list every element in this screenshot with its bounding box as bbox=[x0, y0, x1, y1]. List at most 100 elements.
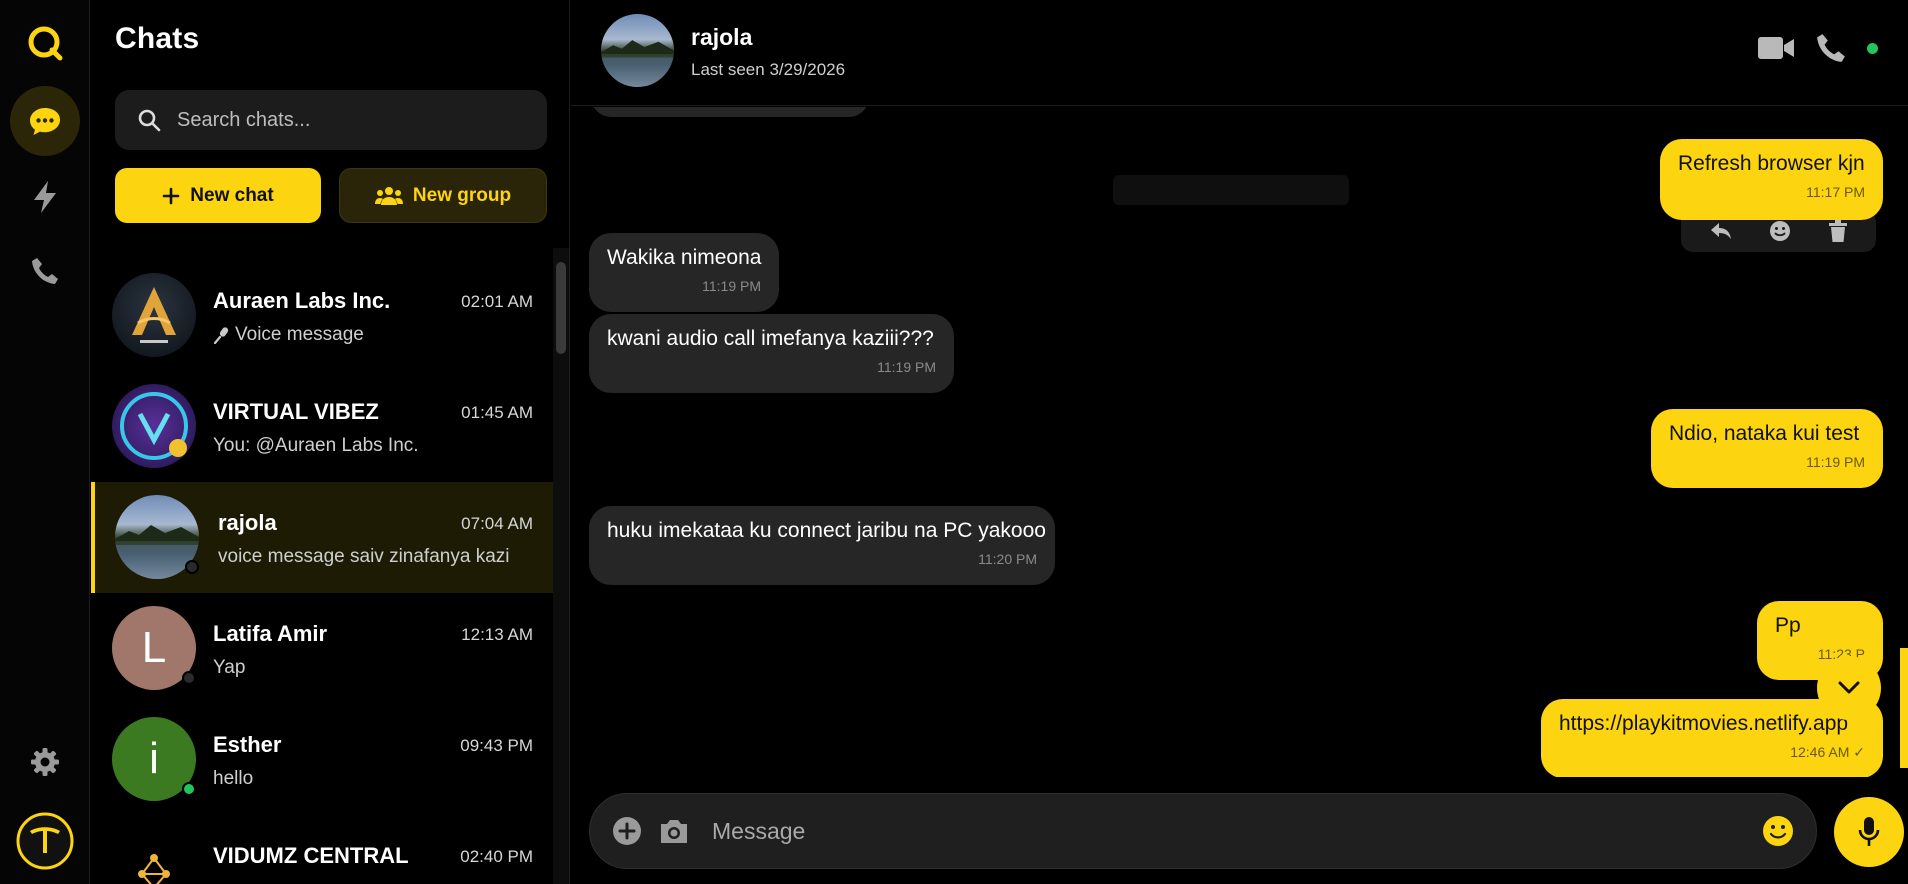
chat-name: Latifa Amir bbox=[213, 621, 328, 646]
partial-message-bubble bbox=[591, 107, 869, 117]
chat-item-latifa-amir[interactable]: L Latifa Amir 12:13 AM Yap bbox=[91, 593, 553, 704]
outgoing-message[interactable]: Ndio, nataka kui test 11:19 PM bbox=[1651, 409, 1883, 488]
group-icon bbox=[374, 186, 403, 205]
chat-item-vidumz-central[interactable]: VIDUMZ CENTRAL 02:40 PM bbox=[91, 815, 553, 884]
chat-time: 01:45 AM bbox=[461, 403, 533, 422]
microphone-icon bbox=[1858, 817, 1880, 846]
lightning-nav-icon[interactable] bbox=[10, 162, 80, 232]
chat-item-rajola[interactable]: rajola 07:04 AM voice message saiv zinaf… bbox=[91, 482, 553, 593]
message-text: kwani audio call imefanya kaziii??? bbox=[607, 327, 934, 350]
scroll-to-bottom-button[interactable] bbox=[1817, 656, 1881, 720]
conversation-scrollbar[interactable] bbox=[1900, 108, 1908, 776]
message-time: 11:19 PM bbox=[702, 278, 761, 294]
emoji-picker-icon[interactable] bbox=[1762, 815, 1794, 847]
avatar bbox=[112, 828, 196, 884]
scrollbar-thumb[interactable] bbox=[556, 262, 566, 354]
incoming-message[interactable]: huku imekataa ku connect jaribu na PC ya… bbox=[589, 506, 1055, 585]
search-input[interactable] bbox=[177, 108, 537, 132]
message-text: huku imekataa ku connect jaribu na PC ya… bbox=[607, 519, 1046, 542]
calls-nav-icon[interactable] bbox=[10, 236, 80, 306]
date-separator bbox=[1113, 175, 1349, 205]
contact-name[interactable]: rajola bbox=[691, 24, 752, 51]
plus-icon bbox=[162, 187, 180, 204]
scrollbar-thumb[interactable] bbox=[1900, 648, 1908, 768]
chat-preview: hello bbox=[213, 768, 253, 790]
chat-time: 12:13 AM bbox=[461, 625, 533, 644]
new-chat-label: New chat bbox=[190, 184, 274, 206]
chat-list-panel: Chats New chat New group Auraen Labs Inc… bbox=[91, 0, 570, 884]
chat-preview: Voice message bbox=[213, 324, 364, 346]
settings-gear-icon[interactable] bbox=[10, 727, 80, 797]
chat-list-scrollbar[interactable] bbox=[553, 248, 569, 884]
chat-name: Auraen Labs Inc. bbox=[213, 288, 391, 313]
delete-trash-icon[interactable] bbox=[1828, 220, 1848, 242]
chat-time: 02:40 PM bbox=[460, 847, 533, 866]
incoming-message[interactable]: Wakika nimeona 11:19 PM bbox=[589, 233, 779, 312]
incoming-message[interactable]: kwani audio call imefanya kaziii??? 11:1… bbox=[589, 314, 954, 393]
chat-item-virtual-vibez[interactable]: VIRTUAL VIBEZ 01:45 AM You: @Auraen Labs… bbox=[91, 371, 553, 482]
chat-preview: You: @Auraen Labs Inc. bbox=[213, 435, 419, 457]
contact-avatar[interactable] bbox=[601, 14, 674, 87]
chat-preview-text: Voice message bbox=[235, 324, 364, 345]
chat-time: 09:43 PM bbox=[460, 736, 533, 755]
chat-name: Esther bbox=[213, 732, 282, 757]
chat-preview-text: voice message saiv zinafanya kazi bbox=[218, 546, 510, 567]
chat-items: Auraen Labs Inc. 02:01 AM Voice message … bbox=[91, 260, 553, 884]
new-chat-button[interactable]: New chat bbox=[115, 168, 321, 223]
chat-preview-text: hello bbox=[213, 768, 254, 789]
conversation-header: rajola Last seen 3/29/2026 bbox=[571, 0, 1908, 106]
chat-name: VIRTUAL VIBEZ bbox=[213, 399, 379, 424]
message-input[interactable] bbox=[712, 817, 1762, 845]
chat-item-auraen-labs[interactable]: Auraen Labs Inc. 02:01 AM Voice message bbox=[91, 260, 553, 371]
chat-preview: voice message saiv zinafanya kazi bbox=[218, 546, 509, 568]
chat-name: VIDUMZ CENTRAL bbox=[213, 843, 409, 868]
message-text: Pp bbox=[1775, 614, 1801, 637]
outgoing-message[interactable]: Refresh browser kjn 11:17 PM bbox=[1660, 139, 1883, 220]
app-logo-icon[interactable] bbox=[10, 8, 80, 78]
voice-call-icon[interactable] bbox=[1815, 32, 1847, 64]
message-text: Wakika nimeona bbox=[607, 246, 762, 269]
message-text: https://playkitmovies.netlify.app bbox=[1559, 712, 1849, 735]
message-time: 11:19 PM bbox=[1806, 454, 1865, 470]
chevron-down-icon bbox=[1838, 681, 1860, 694]
chat-name: rajola bbox=[218, 510, 277, 535]
chat-item-esther[interactable]: i Esther 09:43 PM hello bbox=[91, 704, 553, 815]
status-dot bbox=[182, 671, 196, 685]
new-group-label: New group bbox=[412, 184, 512, 206]
message-time: 11:17 PM bbox=[1806, 184, 1865, 200]
online-status-dot bbox=[182, 782, 196, 796]
avatar bbox=[112, 384, 196, 468]
message-text: Refresh browser kjn bbox=[1678, 152, 1865, 175]
search-icon bbox=[138, 109, 161, 132]
reply-icon[interactable] bbox=[1710, 222, 1732, 240]
chat-time: 02:01 AM bbox=[461, 292, 533, 311]
chat-preview-text: You: @Auraen Labs Inc. bbox=[213, 435, 419, 456]
chat-time: 07:04 AM bbox=[461, 514, 533, 533]
video-call-icon[interactable] bbox=[1757, 35, 1795, 61]
search-box[interactable] bbox=[115, 90, 547, 150]
avatar bbox=[112, 273, 196, 357]
message-composer bbox=[589, 793, 1817, 869]
chats-nav-icon[interactable] bbox=[10, 86, 80, 156]
header-actions bbox=[1757, 32, 1878, 64]
chat-preview-text: Yap bbox=[213, 657, 246, 678]
conversation-panel: rajola Last seen 3/29/2026 Refresh brows… bbox=[571, 0, 1908, 884]
chats-title: Chats bbox=[115, 22, 200, 55]
nav-rail bbox=[0, 0, 90, 884]
camera-icon[interactable] bbox=[658, 817, 690, 845]
voice-record-button[interactable] bbox=[1834, 797, 1904, 867]
microphone-icon bbox=[213, 327, 229, 344]
message-time: 12:46 AM ✓ bbox=[1790, 744, 1865, 760]
message-time: 11:20 PM bbox=[978, 551, 1037, 567]
profile-avatar[interactable] bbox=[10, 806, 80, 876]
status-dot bbox=[185, 560, 199, 574]
new-group-button[interactable]: New group bbox=[339, 168, 547, 223]
message-list: Refresh browser kjn 11:17 PM Wakika nime… bbox=[571, 107, 1908, 777]
last-seen-status: Last seen 3/29/2026 bbox=[691, 60, 846, 79]
message-time: 11:19 PM bbox=[877, 359, 936, 375]
message-text: Ndio, nataka kui test bbox=[1669, 422, 1860, 445]
online-indicator bbox=[1867, 42, 1878, 54]
emoji-reaction-icon[interactable] bbox=[1769, 220, 1791, 242]
chat-preview: Yap bbox=[213, 657, 245, 679]
add-attachment-icon[interactable] bbox=[612, 816, 642, 846]
